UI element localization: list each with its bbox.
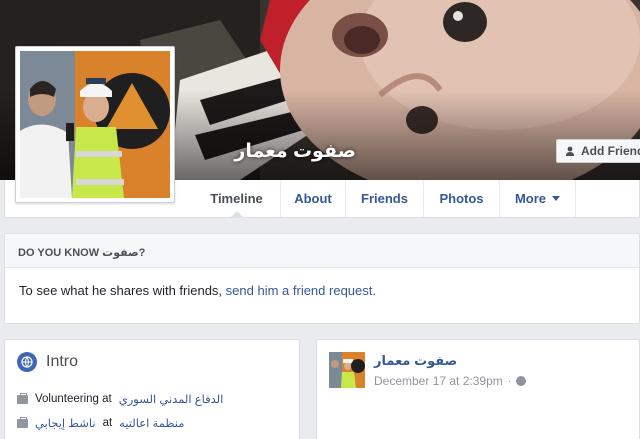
tab-label: About: [294, 191, 332, 206]
tab-photos[interactable]: Photos: [424, 180, 500, 217]
public-icon[interactable]: [516, 376, 527, 386]
tab-label: More: [514, 191, 547, 206]
post-timestamp[interactable]: December 17 at 2:39pm: [374, 374, 503, 388]
briefcase-icon: [17, 392, 28, 404]
tab-about[interactable]: About: [281, 180, 346, 217]
friend-request-link[interactable]: send him a friend request.: [226, 283, 376, 298]
do-you-know-heading: DO YOU KNOW صفوت?: [5, 234, 639, 268]
tab-friends[interactable]: Friends: [346, 180, 424, 217]
tab-label: Timeline: [210, 191, 263, 206]
post-meta: December 17 at 2:39pm ·: [374, 374, 527, 388]
timeline-post: صفوت معمار December 17 at 2:39pm ·: [316, 339, 640, 439]
intro-header: Intro: [17, 352, 78, 372]
intro-item-link[interactable]: الدفاع المدني السوري: [119, 392, 224, 406]
add-friend-label: Add Friend: [581, 144, 640, 158]
do-you-know-panel: DO YOU KNOW صفوت? To see what he shares …: [4, 233, 640, 324]
add-friend-button[interactable]: Add Friend: [556, 139, 640, 163]
intro-item: ناشط إيجابي at منظمة اعالتيه: [17, 416, 184, 430]
post-author-name[interactable]: صفوت معمار: [374, 353, 457, 369]
tab-timeline[interactable]: Timeline: [193, 180, 281, 217]
intro-panel: Intro Volunteering at الدفاع المدني السو…: [4, 339, 300, 439]
intro-item-link[interactable]: ناشط إيجابي: [35, 416, 96, 430]
meta-separator: ·: [507, 375, 512, 387]
intro-item-link-2[interactable]: منظمة اعالتيه: [119, 416, 184, 430]
intro-item-prefix: Volunteering at: [35, 393, 112, 405]
do-you-know-text: To see what he shares with friends, send…: [5, 268, 639, 298]
tab-label: Friends: [361, 191, 408, 206]
dropdown-caret-icon: [552, 196, 561, 201]
intro-item-middle: at: [102, 417, 113, 429]
intro-title: Intro: [46, 353, 79, 370]
intro-item: Volunteering at الدفاع المدني السوري: [17, 392, 223, 406]
profile-photo: [20, 51, 170, 198]
globe-icon: [17, 352, 37, 372]
post-author-avatar[interactable]: [329, 352, 365, 388]
add-friend-icon: [566, 146, 574, 156]
profile-picture[interactable]: [15, 46, 175, 203]
do-you-know-body: To see what he shares with friends,: [19, 283, 226, 298]
tab-more[interactable]: More: [500, 180, 576, 217]
briefcase-icon: [17, 416, 28, 428]
profile-name[interactable]: صفوت معمار: [234, 140, 356, 163]
tab-label: Photos: [439, 191, 484, 206]
